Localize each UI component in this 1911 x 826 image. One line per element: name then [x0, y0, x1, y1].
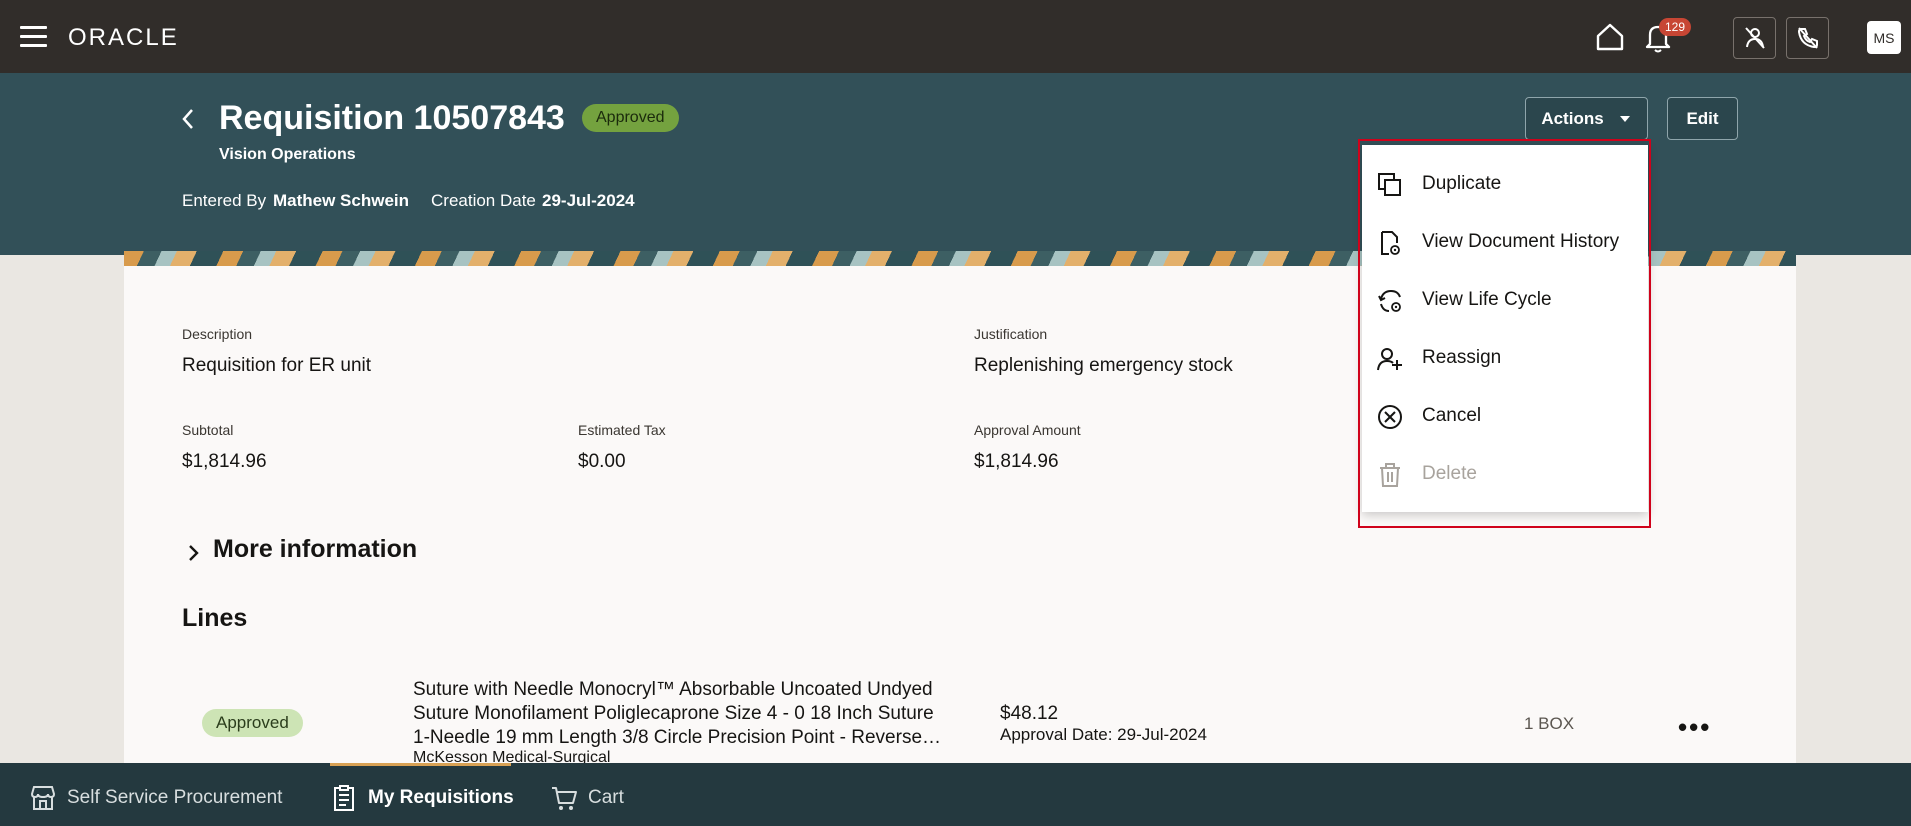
store-icon — [30, 786, 56, 810]
line-approval-date: Approval Date: 29-Jul-2024 — [1000, 725, 1207, 744]
nav-cart[interactable]: Cart — [550, 784, 624, 812]
top-bar: ORACLE 129 MS — [0, 0, 1911, 73]
creation-date-label: Creation Date — [431, 191, 536, 210]
line-more-actions-button[interactable]: ••• — [1678, 712, 1711, 743]
description-value: Requisition for ER unit — [182, 355, 372, 376]
home-icon[interactable] — [1593, 20, 1627, 54]
line-description-3: 1-Needle 19 mm Length 3/8 Circle Precisi… — [413, 727, 942, 748]
cart-icon — [552, 787, 577, 810]
approval-amount-label: Approval Amount — [974, 422, 1081, 438]
line-status-badge: Approved — [202, 709, 303, 737]
justification-value: Replenishing emergency stock — [974, 355, 1233, 376]
person-slash-icon — [1744, 27, 1765, 49]
line-description[interactable]: Suture with Needle Monocryl™ Absorbable … — [413, 678, 958, 750]
bottom-navigation — [0, 763, 1911, 826]
actions-button[interactable]: Actions — [1525, 97, 1648, 140]
page-title: Requisition 10507843 — [219, 99, 565, 137]
creation-date: 29-Jul-2024 — [542, 191, 635, 210]
call-off-button[interactable] — [1786, 17, 1829, 59]
nav-my-requisitions[interactable]: My Requisitions — [330, 784, 514, 812]
caret-down-icon — [1619, 115, 1630, 122]
line-description-1: Suture with Needle Monocryl™ Absorbable … — [413, 679, 933, 700]
creation-date-value: 29-Jul-2024 — [542, 191, 635, 211]
estimated-tax-value: $0.00 — [578, 451, 626, 472]
oracle-logo: ORACLE — [68, 24, 179, 51]
entered-by-value: Mathew Schwein — [273, 191, 409, 211]
status-badge: Approved — [582, 104, 679, 132]
hamburger-menu-icon[interactable] — [20, 26, 47, 48]
approval-amount-value: $1,814.96 — [974, 451, 1059, 472]
phone-slash-icon — [1797, 27, 1818, 49]
favorites-off-button[interactable] — [1733, 17, 1776, 59]
highlight-box — [1358, 139, 1651, 528]
chevron-right-icon[interactable] — [186, 543, 200, 563]
nav-label: Self Service Procurement — [67, 787, 283, 808]
justification-label: Justification — [974, 326, 1048, 342]
entered-by-name: Mathew Schwein — [273, 191, 410, 210]
business-unit: Vision Operations — [219, 146, 356, 163]
lines-heading: Lines — [182, 604, 248, 632]
subtotal-label: Subtotal — [182, 422, 234, 438]
requisitions-icon — [334, 785, 354, 811]
nav-label: My Requisitions — [368, 787, 514, 808]
back-chevron-icon[interactable] — [178, 105, 198, 133]
edit-button-label: Edit — [1686, 108, 1719, 128]
estimated-tax-label: Estimated Tax — [578, 422, 666, 438]
line-description-2: Suture Monofilament Poliglecaprone Size … — [413, 703, 934, 724]
user-avatar[interactable]: MS — [1867, 21, 1901, 54]
line-quantity: 1 BOX — [1524, 714, 1575, 733]
nav-self-service-procurement[interactable]: Self Service Procurement — [29, 784, 282, 812]
nav-label: Cart — [588, 787, 624, 808]
more-information-toggle[interactable]: More information — [213, 535, 417, 564]
active-tab-indicator — [330, 763, 511, 766]
description-label: Description — [182, 326, 253, 342]
edit-button[interactable]: Edit — [1667, 97, 1738, 140]
subtotal-value: $1,814.96 — [182, 451, 267, 472]
notifications-count-badge: 129 — [1659, 18, 1692, 36]
status-badge-label: Approved — [596, 109, 665, 126]
entered-by-label: Entered By — [182, 191, 267, 210]
line-price: $48.12 — [1000, 703, 1059, 724]
actions-button-label: Actions — [1541, 108, 1604, 128]
